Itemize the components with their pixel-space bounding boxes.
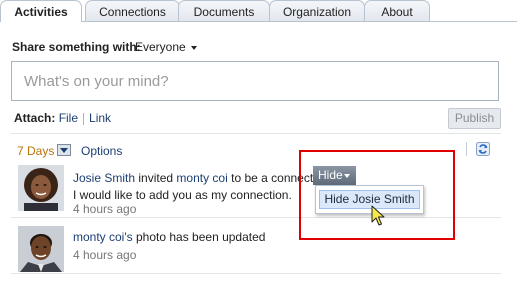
tab-bar: Activities Connections Documents Organiz… xyxy=(0,0,517,22)
tab-organization[interactable]: Organization xyxy=(269,0,365,21)
hide-button-label: Hide xyxy=(318,168,343,182)
share-label: Share something with: xyxy=(12,40,141,54)
attach-link-link[interactable]: Link xyxy=(89,111,111,125)
avatar[interactable] xyxy=(18,226,64,272)
tab-documents[interactable]: Documents xyxy=(178,0,270,21)
tab-connections[interactable]: Connections xyxy=(85,0,180,21)
publish-button[interactable]: Publish xyxy=(448,108,501,129)
avatar[interactable] xyxy=(18,165,64,211)
feed-entry-text: monty coi's photo has been updated xyxy=(73,230,265,244)
hide-josie-smith-menu-item[interactable]: Hide Josie Smith xyxy=(319,190,420,209)
divider xyxy=(11,217,501,218)
feed-entry-text: Josie Smith invited monty coi to be a co… xyxy=(73,171,329,185)
target-link[interactable]: monty coi xyxy=(176,171,227,185)
status-input[interactable] xyxy=(11,61,499,101)
audience-select[interactable]: Everyone xyxy=(135,40,197,54)
chevron-down-icon xyxy=(344,174,350,178)
feed-timestamp: 4 hours ago xyxy=(73,202,137,216)
tab-activities[interactable]: Activities xyxy=(0,0,82,22)
separator xyxy=(466,142,467,156)
divider xyxy=(11,273,501,274)
feed-timestamp: 4 hours ago xyxy=(73,248,137,262)
actor-link[interactable]: monty coi's xyxy=(73,230,133,244)
attach-label: Attach: xyxy=(14,111,56,125)
feed-verb: invited xyxy=(138,171,174,185)
tab-about[interactable]: About xyxy=(364,0,430,21)
days-filter-dropdown[interactable] xyxy=(57,144,71,156)
feed-message: I would like to add you as my connection… xyxy=(73,188,292,202)
options-link[interactable]: Options xyxy=(81,144,122,158)
hide-button[interactable]: Hide xyxy=(313,166,356,185)
audience-value: Everyone xyxy=(135,40,186,54)
share-row: Share something with: xyxy=(12,40,141,54)
divider xyxy=(11,133,501,134)
hide-menu: Hide Josie Smith xyxy=(315,185,424,214)
separator xyxy=(83,112,85,125)
chevron-down-icon xyxy=(60,148,68,153)
cursor-icon xyxy=(371,205,385,226)
attach-file-link[interactable]: File xyxy=(59,111,78,125)
refresh-icon[interactable] xyxy=(476,142,490,156)
days-filter-value[interactable]: 7 Days xyxy=(17,144,54,158)
chevron-down-icon xyxy=(190,45,197,50)
actor-link[interactable]: Josie Smith xyxy=(73,171,135,185)
feed-text: photo has been updated xyxy=(136,230,266,244)
attach-row: Attach: File Link xyxy=(14,111,111,125)
